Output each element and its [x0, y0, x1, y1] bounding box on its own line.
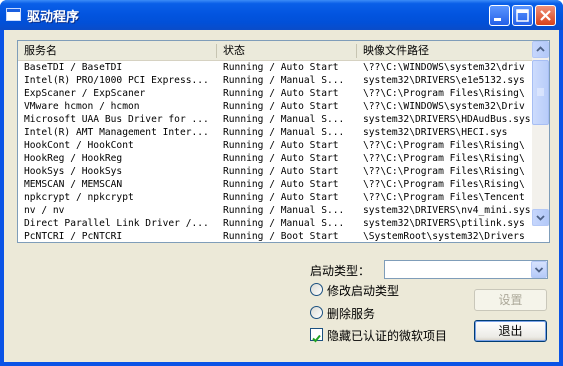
- status-cell: Running / Auto Start: [223, 166, 339, 177]
- service-name-cell: HookReg / HookReg: [24, 153, 123, 164]
- service-name-cell: Direct Parallel Link Driver /...: [24, 218, 209, 229]
- minimize-button[interactable]: [489, 5, 510, 26]
- service-name-cell: HookCont / HookCont: [24, 140, 134, 151]
- column-header-status[interactable]: 状态: [217, 41, 357, 60]
- maximize-button[interactable]: [512, 5, 533, 26]
- maximize-icon: [516, 9, 529, 22]
- status-cell: Running / Auto Start: [223, 88, 339, 99]
- table-row[interactable]: Direct Parallel Link Driver /... Running …: [18, 217, 532, 230]
- status-cell: Running / Manual S...: [223, 75, 345, 86]
- title-bar[interactable]: 驱动程序: [0, 0, 563, 30]
- service-name-cell: npkcrypt / npkcrypt: [24, 192, 134, 203]
- driver-list[interactable]: 服务名 状态 映像文件路径 BaseTDI / BaseTDI Running /…: [17, 40, 550, 243]
- radio-modify-start-type[interactable]: [310, 283, 323, 296]
- chevron-down-icon: [536, 215, 545, 221]
- driver-window: 驱动程序 服务名 状态 映像文件路径 BaseTDI / BaseTDI Run…: [0, 0, 563, 366]
- dialog-client-area: 服务名 状态 映像文件路径 BaseTDI / BaseTDI Running /…: [4, 30, 559, 362]
- path-cell: \??\C:\Program Files\Rising\: [363, 153, 525, 164]
- path-cell: system32\DRIVERS\ptilink.sys: [363, 218, 525, 229]
- path-cell: \??\C:\Program Files\Tencent: [363, 192, 525, 203]
- table-row[interactable]: Microsoft UAA Bus Driver for ... Running …: [18, 113, 532, 126]
- column-header-label: 服务名: [24, 44, 57, 57]
- settings-button[interactable]: 设置: [474, 289, 547, 311]
- service-name-cell: ExpScaner / ExpScaner: [24, 88, 146, 99]
- table-row[interactable]: MEMSCAN / MEMSCAN Running / Auto Start \??…: [18, 178, 532, 191]
- path-cell: \??\C:\WINDOWS\system32\Driv: [363, 101, 525, 112]
- path-cell: \SystemRoot\system32\Drivers: [363, 231, 525, 242]
- status-cell: Running / Boot Start: [223, 231, 339, 242]
- path-cell: \??\C:\Program Files\Rising\: [363, 88, 525, 99]
- column-header-label: 映像文件路径: [363, 44, 429, 57]
- table-row[interactable]: VMware hcmon / hcmon Running / Auto Start…: [18, 100, 532, 113]
- column-header-image-path[interactable]: 映像文件路径: [357, 41, 532, 60]
- status-cell: Running / Auto Start: [223, 192, 339, 203]
- hide-microsoft-label: 隐藏已认证的微软项目: [327, 329, 448, 343]
- hide-microsoft-checkbox[interactable]: [310, 328, 323, 343]
- path-cell: \??\C:\WINDOWS\system32\driv: [363, 62, 525, 73]
- status-cell: Running / Manual S...: [223, 218, 345, 229]
- start-type-combo[interactable]: [384, 260, 548, 279]
- table-row[interactable]: HookCont / HookCont Running / Auto Start \…: [18, 139, 532, 152]
- service-name-cell: VMware hcmon / hcmon: [24, 101, 140, 112]
- radio-modify-label: 修改启动类型: [327, 284, 400, 298]
- table-row[interactable]: PcNTCRI / PcNTCRI Running / Boot Start \Sy…: [18, 230, 532, 242]
- service-name-cell: PcNTCRI / PcNTCRI: [24, 231, 123, 242]
- path-cell: system32\DRIVERS\HECI.sys: [363, 127, 508, 138]
- service-name-cell: Microsoft UAA Bus Driver for ...: [24, 114, 209, 125]
- service-name-cell: BaseTDI / BaseTDI: [24, 62, 123, 73]
- column-header-label: 状态: [223, 44, 245, 57]
- path-cell: \??\C:\Program Files\Rising\: [363, 179, 525, 190]
- list-body: BaseTDI / BaseTDI Running / Auto Start \??…: [18, 60, 532, 242]
- table-row[interactable]: ExpScaner / ExpScaner Running / Auto Star…: [18, 87, 532, 100]
- table-row[interactable]: Intel(R) PRO/1000 PCI Express... Running …: [18, 74, 532, 87]
- window-title: 驱动程序: [27, 10, 80, 25]
- start-type-label: 启动类型：: [310, 264, 371, 278]
- status-cell: Running / Auto Start: [223, 101, 339, 112]
- radio-delete-service[interactable]: [310, 306, 323, 319]
- path-cell: \??\C:\Program Files\Rising\: [363, 166, 525, 177]
- chevron-down-icon: [534, 267, 544, 273]
- path-cell: system32\DRIVERS\HDAudBus.sys: [363, 114, 531, 125]
- window-icon: [6, 8, 21, 21]
- vertical-scrollbar[interactable]: [532, 41, 549, 226]
- checkmark-icon: [312, 334, 321, 343]
- service-name-cell: Intel(R) PRO/1000 PCI Express...: [24, 75, 209, 86]
- radio-delete-label: 删除服务: [327, 307, 376, 321]
- path-cell: \??\C:\Program Files\Rising\: [363, 140, 525, 151]
- service-name-cell: MEMSCAN / MEMSCAN: [24, 179, 123, 190]
- scroll-down-button[interactable]: [532, 209, 549, 226]
- table-row[interactable]: npkcrypt / npkcrypt Running / Auto Start \…: [18, 191, 532, 204]
- table-row[interactable]: BaseTDI / BaseTDI Running / Auto Start \??…: [18, 61, 532, 74]
- minimize-icon: [494, 18, 501, 21]
- status-cell: Running / Auto Start: [223, 179, 339, 190]
- list-header: 服务名 状态 映像文件路径: [18, 41, 532, 61]
- status-cell: Running / Auto Start: [223, 140, 339, 151]
- table-row[interactable]: HookReg / HookReg Running / Auto Start \??…: [18, 152, 532, 165]
- table-row[interactable]: HookSys / HookSys Running / Auto Start \??…: [18, 165, 532, 178]
- path-cell: system32\DRIVERS\nv4_mini.sys: [363, 205, 531, 216]
- exit-button[interactable]: 退出: [474, 320, 547, 342]
- service-name-cell: nv / nv: [24, 205, 65, 216]
- service-name-cell: Intel(R) AMT Management Inter...: [24, 127, 209, 138]
- close-icon: [540, 10, 551, 21]
- combo-dropdown-button[interactable]: [531, 261, 547, 278]
- status-cell: Running / Auto Start: [223, 153, 339, 164]
- close-button[interactable]: [535, 5, 556, 26]
- table-row[interactable]: nv / nv Running / Manual S... system32\DRI…: [18, 204, 532, 217]
- status-cell: Running / Manual S...: [223, 114, 345, 125]
- status-cell: Running / Auto Start: [223, 62, 339, 73]
- scroll-up-button[interactable]: [532, 41, 549, 58]
- column-header-service-name[interactable]: 服务名: [18, 41, 217, 60]
- table-row[interactable]: Intel(R) AMT Management Inter... Running …: [18, 126, 532, 139]
- path-cell: system32\DRIVERS\e1e5132.sys: [363, 75, 525, 86]
- status-cell: Running / Manual S...: [223, 205, 345, 216]
- scroll-thumb[interactable]: [532, 60, 549, 125]
- grip-icon: [537, 88, 544, 96]
- service-name-cell: HookSys / HookSys: [24, 166, 123, 177]
- status-cell: Running / Manual S...: [223, 127, 345, 138]
- chevron-up-icon: [536, 46, 545, 52]
